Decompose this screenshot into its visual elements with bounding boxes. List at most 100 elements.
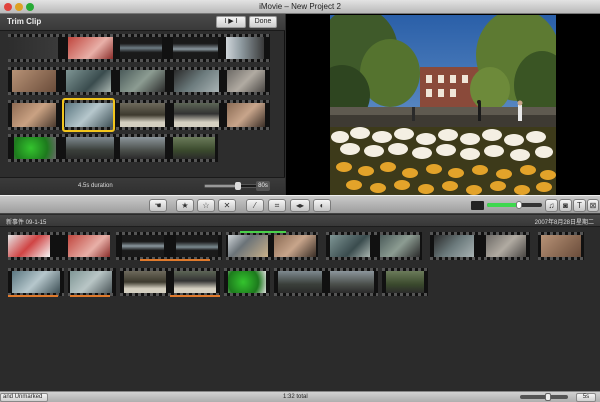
main-toolbar: ☚ ★ ☆ ✕ ⁄ ⌗ ◂▸ ◐ ♫ ◙ T ⊠ xyxy=(0,195,600,214)
clip-frame xyxy=(176,235,218,257)
mark-favorite-button[interactable]: ★ xyxy=(176,199,194,212)
magic-wand-button[interactable]: ⁄ xyxy=(246,199,264,212)
clip-frame xyxy=(386,271,424,293)
clip-frame xyxy=(380,235,420,257)
used-in-project-marker xyxy=(140,259,210,261)
magic-wand-icon: ⁄ xyxy=(254,201,256,210)
total-duration: 1:32 total xyxy=(283,394,308,400)
used-in-project-marker xyxy=(70,295,110,297)
window-title: iMovie – New Project 2 xyxy=(259,2,341,11)
trim-title: Trim Clip xyxy=(7,17,42,26)
crop-button[interactable]: ⌗ xyxy=(268,199,286,212)
clip-frame xyxy=(228,271,266,293)
hand-tool-button[interactable]: ☚ xyxy=(149,199,167,212)
event-clip[interactable] xyxy=(382,268,428,296)
clip-frame xyxy=(120,103,165,127)
title-icon: T xyxy=(577,201,582,210)
event-clip[interactable] xyxy=(226,232,318,260)
music-browser-button[interactable]: ♫ xyxy=(545,199,558,212)
close-window-button[interactable] xyxy=(4,3,12,11)
audio-adjust-icon: ◂▸ xyxy=(295,201,305,210)
clip-frame xyxy=(68,37,113,59)
trim-filmstrip-row[interactable] xyxy=(8,34,270,62)
volume-slider[interactable] xyxy=(487,201,542,209)
color-adjust-icon: ◐ xyxy=(319,201,325,210)
event-clip[interactable] xyxy=(224,268,270,296)
event-clip[interactable] xyxy=(8,268,64,296)
clip-frame xyxy=(66,70,111,92)
volume-fill xyxy=(487,203,520,207)
event-browser[interactable] xyxy=(0,227,600,391)
trim-filmstrip-row[interactable] xyxy=(8,100,270,130)
title-browser-button[interactable]: T xyxy=(573,199,586,212)
event-clip[interactable] xyxy=(68,268,116,296)
window-controls xyxy=(4,3,34,11)
trim-status-bar: 4.5s duration 80s xyxy=(0,177,285,195)
event-clip[interactable] xyxy=(8,232,110,260)
event-clip[interactable] xyxy=(538,232,584,260)
event-clip[interactable] xyxy=(430,232,530,260)
clip-frame xyxy=(122,235,164,257)
event-clip[interactable] xyxy=(116,232,222,260)
event-clip[interactable] xyxy=(120,268,220,296)
selected-trim-range[interactable] xyxy=(62,98,115,132)
clip-frame xyxy=(330,235,370,257)
clip-frame xyxy=(8,235,50,257)
preview-viewer[interactable] xyxy=(286,14,600,195)
photo-browser-button[interactable]: ◙ xyxy=(559,199,572,212)
done-button[interactable]: Done xyxy=(249,16,277,28)
show-filter-select[interactable]: and Unmarked xyxy=(0,393,48,402)
clip-frame xyxy=(120,37,162,59)
clip-frame xyxy=(12,271,60,293)
trim-zoom-knob[interactable] xyxy=(234,182,241,190)
camera-icon: ◙ xyxy=(563,201,568,210)
event-clip[interactable] xyxy=(326,232,422,260)
clip-frame xyxy=(174,103,219,127)
zoom-window-button[interactable] xyxy=(26,3,34,11)
clip-frame xyxy=(68,235,110,257)
browser-zoom-knob[interactable] xyxy=(545,393,552,401)
window-titlebar: iMovie – New Project 2 xyxy=(0,0,600,14)
minimize-window-button[interactable] xyxy=(15,3,23,11)
clip-frame xyxy=(174,271,216,293)
event-header: 新事件 09-1-15 2007年8月28日星期二 xyxy=(0,215,600,227)
clip-frame xyxy=(227,103,265,127)
trim-duration: 4.5s duration xyxy=(78,183,113,189)
trim-filmstrip-row[interactable] xyxy=(8,134,218,162)
trim-zoom-fill xyxy=(205,185,237,187)
clip-frame xyxy=(120,137,165,159)
clip-frame xyxy=(124,271,166,293)
clip-frame xyxy=(173,137,215,159)
clip-frame xyxy=(120,70,165,92)
used-in-project-marker xyxy=(170,295,220,297)
clip-frame xyxy=(274,235,316,257)
crop-icon: ⌗ xyxy=(274,201,280,210)
color-adjust-button[interactable]: ◐ xyxy=(313,199,331,212)
trim-zoom-label: 80s xyxy=(256,181,270,191)
reject-button[interactable]: ✕ xyxy=(218,199,236,212)
music-icon: ♫ xyxy=(548,201,555,210)
volume-meter-icon xyxy=(471,201,484,210)
browser-zoom-slider[interactable] xyxy=(520,393,568,401)
transition-browser-button[interactable]: ⊠ xyxy=(587,199,599,212)
transition-icon: ⊠ xyxy=(589,201,597,210)
volume-knob[interactable] xyxy=(516,201,523,209)
clip-frame xyxy=(434,235,474,257)
browser-zoom-label: 5s xyxy=(576,393,596,402)
clip-frame xyxy=(278,271,322,293)
clip-frame xyxy=(173,37,218,59)
trim-zoom-slider[interactable] xyxy=(204,182,264,190)
event-clip[interactable] xyxy=(274,268,378,296)
preview-image xyxy=(330,15,556,195)
clip-frame xyxy=(70,271,112,293)
event-name: 新事件 09-1-15 xyxy=(6,220,47,226)
trim-filmstrip-row[interactable] xyxy=(8,67,270,95)
hand-icon: ☚ xyxy=(154,201,162,210)
unmark-button[interactable]: ☆ xyxy=(197,199,215,212)
play-selection-button[interactable]: I ▶ I xyxy=(216,16,246,28)
audio-adjust-button[interactable]: ◂▸ xyxy=(290,199,310,212)
clip-frame xyxy=(14,137,56,159)
favorite-marker xyxy=(240,231,286,233)
tulip-garden-scene xyxy=(330,15,556,195)
bottom-status-bar: and Unmarked 1:32 total 5s xyxy=(0,391,600,402)
